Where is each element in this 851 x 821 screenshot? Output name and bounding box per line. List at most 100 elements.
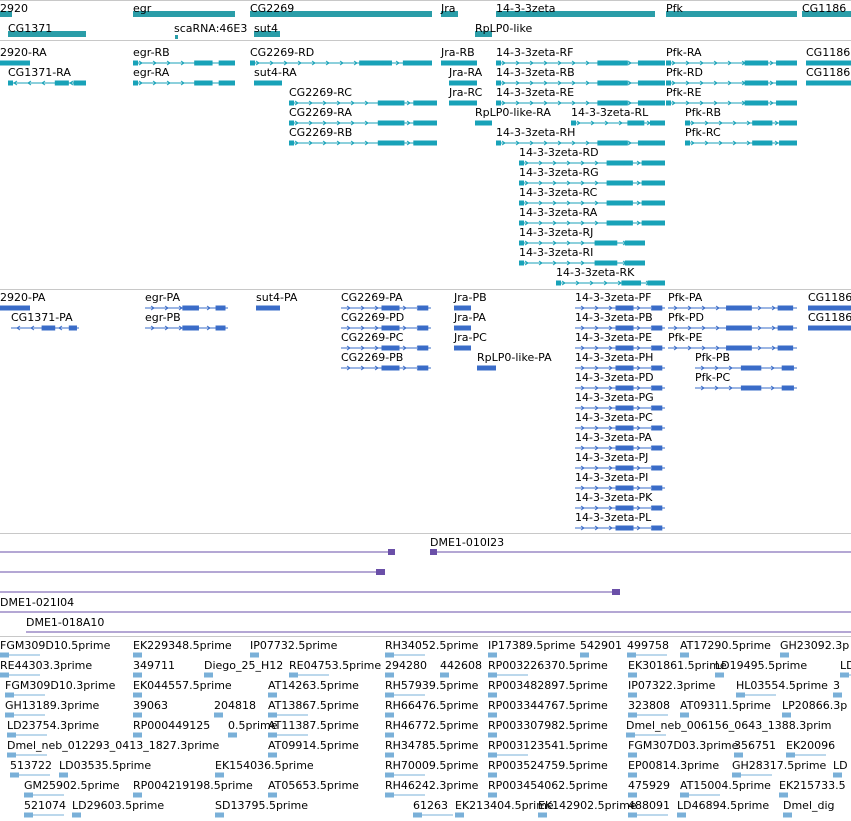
est-8-1-glyph[interactable] [72, 812, 81, 818]
est-5-1-glyph[interactable] [268, 752, 277, 758]
gene-pfk-bar[interactable] [666, 11, 797, 17]
cds-14-3-3zeta-pg-exon[interactable] [615, 405, 634, 411]
est-6-7-label[interactable]: LD [833, 759, 848, 772]
est-3-6-glyph[interactable] [628, 712, 637, 718]
tx-14-3-3zeta-ri-exon[interactable] [624, 260, 645, 266]
est-0-3-glyph[interactable] [385, 652, 394, 658]
tx-14-3-3zeta-re-exon[interactable] [496, 100, 501, 106]
cds-14-3-3zeta-pi-label[interactable]: 14-3-3zeta-PI [575, 471, 648, 484]
est-7-4-label[interactable]: RP003454062.5prime [488, 779, 608, 792]
est-5-4-glyph[interactable] [628, 752, 637, 758]
est-6-6-label[interactable]: GH28317.5prime [732, 759, 826, 772]
est-5-5-glyph[interactable] [734, 752, 743, 758]
est-8-3-label[interactable]: 61263 [413, 799, 448, 812]
tx-jra-rc-label[interactable]: Jra-RC [449, 86, 482, 99]
tx-2920-ra-label[interactable]: 2920-RA [0, 46, 47, 59]
est-2-7-label[interactable]: 3 [833, 679, 840, 692]
tx-cg2269-rd-label[interactable]: CG2269-RD [250, 46, 314, 59]
cds-pfk-pd-exon[interactable] [777, 325, 794, 331]
tx-cg1371-ra-exon[interactable] [8, 80, 13, 86]
cds-14-3-3zeta-pd-exon[interactable] [615, 385, 634, 391]
est-4-0-glyph[interactable] [7, 732, 16, 738]
clone-end-2[interactable] [376, 569, 385, 575]
est-1-5-label[interactable]: 442608 [440, 659, 482, 672]
est-0-6-label[interactable]: 499758 [627, 639, 669, 652]
est-3-1-glyph[interactable] [133, 712, 142, 718]
tx-cg2269-rb-exon[interactable] [413, 140, 437, 146]
est-7-7-label[interactable]: EK215733.5 [779, 779, 846, 792]
cds-pfk-pa-exon[interactable] [777, 305, 794, 311]
tx-cg1371-ra-label[interactable]: CG1371-RA [8, 66, 71, 79]
est-1-4-label[interactable]: 294280 [385, 659, 427, 672]
est-1-9-glyph[interactable] [840, 672, 849, 678]
cds-cg2269-pa-label[interactable]: CG2269-PA [341, 291, 403, 304]
cds-14-3-3zeta-pk-exon[interactable] [615, 505, 634, 511]
est-8-3-glyph[interactable] [413, 812, 422, 818]
est-0-7-label[interactable]: AT17290.5prime [680, 639, 771, 652]
est-8-0-label[interactable]: 521074 [24, 799, 66, 812]
cds-cg2269-pd-exon[interactable] [381, 325, 400, 331]
est-8-6-glyph[interactable] [628, 812, 637, 818]
cds-14-3-3zeta-pl-exon[interactable] [615, 525, 634, 531]
est-5-2-glyph[interactable] [385, 752, 394, 758]
cds-14-3-3zeta-pc-exon[interactable] [615, 425, 634, 431]
tx-cg2269-ra-label[interactable]: CG2269-RA [289, 106, 352, 119]
gene-scarna-46e3-label[interactable]: scaRNA:46E3 [174, 22, 247, 35]
cds-cg1186-b-label[interactable]: CG1186 [808, 311, 851, 324]
tx-pfk-rc-exon[interactable] [685, 140, 690, 146]
clone-dme1-021i04-label[interactable]: DME1-021I04 [0, 596, 74, 609]
est-4-6-glyph[interactable] [626, 732, 635, 738]
est-7-2-label[interactable]: AT05653.5prime [268, 779, 359, 792]
tx-cg2269-rc-exon[interactable] [289, 100, 294, 106]
est-6-3-label[interactable]: RH70009.5prime [385, 759, 478, 772]
est-7-1-label[interactable]: RP004219198.5prime [133, 779, 253, 792]
tx-pfk-rd-label[interactable]: Pfk-RD [666, 66, 703, 79]
cds-jra-pc-label[interactable]: Jra-PC [454, 331, 487, 344]
est-4-2-glyph[interactable] [228, 732, 237, 738]
est-3-1-label[interactable]: 39063 [133, 699, 168, 712]
cds-2920-pa-label[interactable]: 2920-PA [0, 291, 45, 304]
cds-14-3-3zeta-pd-label[interactable]: 14-3-3zeta-PD [575, 371, 654, 384]
tx-14-3-3zeta-rh-label[interactable]: 14-3-3zeta-RH [496, 126, 575, 139]
cds-14-3-3zeta-pk-label[interactable]: 14-3-3zeta-PK [575, 491, 652, 504]
cds-sut4-pa-label[interactable]: sut4-PA [256, 291, 297, 304]
tx-pfk-rc-exon[interactable] [752, 140, 773, 146]
est-2-5-label[interactable]: IP07322.3prime [628, 679, 715, 692]
gene-egr-label[interactable]: egr [133, 2, 151, 15]
feature-glyphs[interactable] [0, 0, 851, 821]
tx-cg1371-ra-exon[interactable] [54, 80, 69, 86]
est-8-5-label[interactable]: EK142902.5prime [538, 799, 637, 812]
est-6-2-glyph[interactable] [215, 772, 224, 778]
est-1-5-glyph[interactable] [440, 672, 449, 678]
est-5-3-label[interactable]: RP003123541.5prime [488, 739, 608, 752]
tx-pfk-rb-exon[interactable] [779, 120, 797, 126]
est-6-0-glyph[interactable] [10, 772, 19, 778]
est-4-5-glyph[interactable] [488, 732, 497, 738]
est-4-4-glyph[interactable] [385, 732, 394, 738]
gene-scarna-46e3-bar[interactable] [175, 35, 178, 39]
est-0-1-glyph[interactable] [133, 652, 142, 658]
est-6-1-label[interactable]: LD03535.5prime [59, 759, 151, 772]
cds-jra-pa-label[interactable]: Jra-PA [454, 311, 486, 324]
tx-jra-ra-label[interactable]: Jra-RA [449, 66, 482, 79]
gene-rplp0-like-label[interactable]: RpLP0-like [475, 22, 532, 35]
est-3-4-label[interactable]: RH66476.5prime [385, 699, 478, 712]
cds-14-3-3zeta-pj-label[interactable]: 14-3-3zeta-PJ [575, 451, 648, 464]
est-7-5-glyph[interactable] [628, 792, 637, 798]
est-2-2-label[interactable]: AT14263.5prime [268, 679, 359, 692]
est-6-1-glyph[interactable] [59, 772, 68, 778]
tx-14-3-3zeta-rl-exon[interactable] [649, 120, 665, 126]
tx-14-3-3zeta-rk-exon[interactable] [621, 280, 642, 286]
est-0-0-glyph[interactable] [0, 652, 9, 658]
est-3-0-label[interactable]: GH13189.3prime [5, 699, 99, 712]
cds-14-3-3zeta-ph-exon[interactable] [615, 365, 634, 371]
est-7-3-label[interactable]: RH46242.3prime [385, 779, 478, 792]
est-3-8-label[interactable]: LP20866.3p [782, 699, 847, 712]
est-3-7-label[interactable]: AT09311.5prime [680, 699, 771, 712]
cds-pfk-pd-label[interactable]: Pfk-PD [668, 311, 704, 324]
tx-14-3-3zeta-re-label[interactable]: 14-3-3zeta-RE [496, 86, 574, 99]
gene-14-3-3zeta-label[interactable]: 14-3-3zeta [496, 2, 556, 15]
tx-cg2269-rc-label[interactable]: CG2269-RC [289, 86, 352, 99]
gene-cg1371-label[interactable]: CG1371 [8, 22, 52, 35]
gene-cg2269-label[interactable]: CG2269 [250, 2, 294, 15]
